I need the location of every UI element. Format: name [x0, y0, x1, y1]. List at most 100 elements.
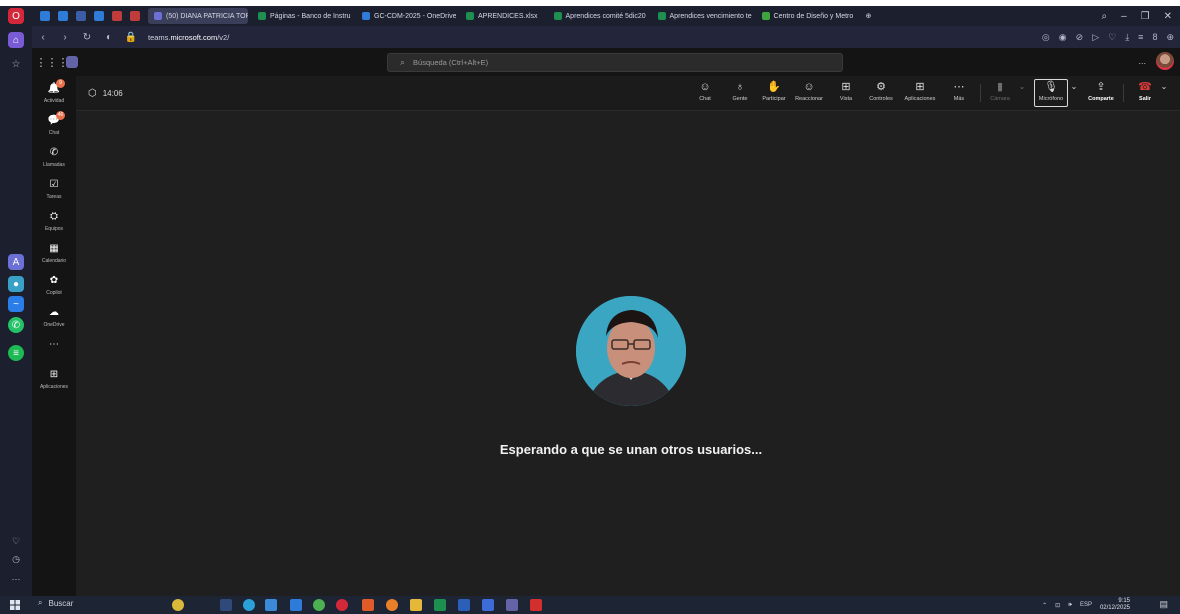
- brave-icon[interactable]: [362, 599, 374, 611]
- pinned-tab-icon[interactable]: [76, 11, 86, 21]
- people-button[interactable]: ♁ Gente: [729, 80, 751, 102]
- shield-icon: ⬡: [88, 88, 97, 99]
- task-view-icon[interactable]: [220, 599, 232, 611]
- app-icon[interactable]: ●: [8, 276, 24, 292]
- browser-tab[interactable]: GC-CDM-2025 - OneDrive: [356, 8, 456, 24]
- star-icon[interactable]: ☆: [8, 56, 24, 72]
- controls-button[interactable]: ⚙ Controles: [864, 80, 898, 102]
- volume-icon[interactable]: 🕪: [1068, 602, 1072, 609]
- more-button[interactable]: ⋯ Más: [951, 80, 967, 102]
- leave-button[interactable]: ☎ Salir: [1136, 80, 1154, 102]
- rail-item-onedrive[interactable]: ☁ OneDrive: [32, 306, 76, 328]
- gmail-icon[interactable]: [112, 11, 122, 21]
- home-icon[interactable]: ⌂: [8, 32, 24, 48]
- rail-item-tareas[interactable]: ☑ Tareas: [32, 178, 76, 200]
- file-explorer-icon[interactable]: [410, 599, 422, 611]
- whatsapp-icon[interactable]: ✆: [8, 317, 24, 333]
- notifications-icon[interactable]: ▤: [1159, 599, 1168, 610]
- heart-icon[interactable]: ♡: [1108, 32, 1116, 43]
- clock[interactable]: 9:15 02/12/2025: [1100, 598, 1130, 612]
- excel-icon[interactable]: [434, 599, 446, 611]
- pinned-tab-icon[interactable]: [40, 11, 50, 21]
- react-button[interactable]: ☺ Reaccionar: [792, 80, 826, 102]
- network-icon[interactable]: ⊡: [1055, 602, 1060, 609]
- language-indicator[interactable]: ESP: [1080, 602, 1092, 608]
- reload-icon[interactable]: ↻: [76, 32, 98, 43]
- browser-tab[interactable]: Centro de Diseño y Metro: [756, 8, 856, 24]
- participant-avatar[interactable]: [576, 296, 686, 406]
- browser-tab[interactable]: Aprendices vencimiento te: [652, 8, 752, 24]
- rail-item-llamadas[interactable]: ✆ Llamadas: [32, 146, 76, 168]
- rail-item-calendario[interactable]: ▦ Calendario: [32, 242, 76, 264]
- minimize-icon[interactable]: –: [1121, 11, 1127, 22]
- user-avatar[interactable]: [1156, 52, 1174, 70]
- mic-button[interactable]: 🎙 Micrófono: [1036, 80, 1066, 102]
- aria-icon[interactable]: A: [8, 254, 24, 270]
- more-options-button[interactable]: ...: [1138, 56, 1146, 66]
- teams-icon[interactable]: [506, 599, 518, 611]
- browser-tab[interactable]: (50) DIANA PATRICIA TOR: [148, 8, 248, 24]
- tab-label: GC-CDM-2025 - OneDrive: [374, 12, 456, 20]
- raise-hand-button[interactable]: ✋ Participar: [759, 80, 789, 102]
- play-icon[interactable]: ▷: [1092, 32, 1099, 43]
- store-icon[interactable]: [265, 599, 277, 611]
- new-tab-button[interactable]: ⊕: [860, 8, 878, 24]
- restore-icon[interactable]: ❐: [1141, 11, 1150, 22]
- windows-start-icon[interactable]: [10, 600, 20, 610]
- rail-item-copilot[interactable]: ✿ Copilot: [32, 274, 76, 296]
- firefox-icon[interactable]: [386, 599, 398, 611]
- rail-item-chat[interactable]: 💬 46 Chat: [32, 111, 76, 136]
- url-field[interactable]: teams.microsoft.com/v2/: [148, 33, 229, 42]
- spotify-icon[interactable]: ≡: [8, 345, 24, 361]
- view-button[interactable]: ⊞ Vista: [836, 80, 856, 102]
- browser-tab[interactable]: Aprendices comité 5dic20: [548, 8, 648, 24]
- back-icon[interactable]: ‹: [32, 32, 54, 43]
- history-icon[interactable]: ◷: [0, 554, 32, 565]
- adblock-icon[interactable]: ⊘: [1076, 32, 1084, 43]
- word-icon[interactable]: [458, 599, 470, 611]
- mic-options-chevron[interactable]: ⌄: [1070, 80, 1078, 94]
- chat-button[interactable]: ☺ Chat: [696, 80, 714, 102]
- pinned-tab-icon[interactable]: [58, 11, 68, 21]
- taskbar-search[interactable]: ⌕ Buscar: [38, 598, 73, 608]
- outlook-icon[interactable]: [482, 599, 494, 611]
- chevron-up-icon[interactable]: ⌃: [1042, 602, 1047, 609]
- camera-options-chevron[interactable]: ⌄: [1018, 80, 1026, 94]
- windows-taskbar: ⌕ Buscar ⌃ ⊡ 🕪 ESP 9:15 02/12/2025 ▤: [0, 596, 1180, 614]
- rail-item-actividad[interactable]: 🔔 9 Actividad: [32, 79, 76, 104]
- heart-icon[interactable]: ♡: [0, 536, 32, 547]
- download-icon[interactable]: ⤓: [1125, 32, 1129, 43]
- search-input[interactable]: ⌕ Búsqueda (Ctrl+Alt+E): [387, 53, 843, 72]
- rail-item-[interactable]: ⋯: [32, 338, 76, 352]
- rail-label: Aplicaciones: [39, 384, 69, 390]
- more-icon[interactable]: ⋯: [0, 574, 32, 585]
- chrome-icon[interactable]: [313, 599, 325, 611]
- share-button[interactable]: ⇪ Comparte: [1086, 80, 1116, 102]
- leave-options-chevron[interactable]: ⌄: [1160, 80, 1168, 94]
- messenger-icon[interactable]: ~: [8, 296, 24, 312]
- forward-icon[interactable]: ›: [54, 32, 76, 43]
- widgets-icon[interactable]: [172, 599, 184, 611]
- opera-icon[interactable]: [336, 599, 348, 611]
- edge-icon[interactable]: [243, 599, 255, 611]
- close-icon[interactable]: ✕: [1164, 11, 1172, 22]
- apps-button[interactable]: ⊞ Aplicaciones: [901, 80, 939, 102]
- pinned-tab-icon[interactable]: [94, 11, 104, 21]
- browser-tab[interactable]: APRENDICES.xlsx: [460, 8, 544, 24]
- rail-label: Equipos: [44, 226, 64, 232]
- camera-icon[interactable]: ◉: [1059, 32, 1067, 43]
- lens-icon[interactable]: ◎: [1042, 32, 1050, 43]
- camera-button[interactable]: ▮ Cámara: [989, 80, 1011, 102]
- vpn-icon[interactable]: ◐: [98, 32, 120, 43]
- search-icon[interactable]: ⌕: [1101, 11, 1107, 22]
- opera-logo-icon[interactable]: O: [8, 8, 24, 24]
- gmail-icon[interactable]: [130, 11, 140, 21]
- rail-item-aplicaciones[interactable]: ⊞ Aplicaciones: [32, 368, 76, 390]
- extensions-icon[interactable]: ⊕: [1166, 32, 1174, 43]
- browser-tab[interactable]: Páginas - Banco de Instru: [252, 8, 352, 24]
- rail-item-equipos[interactable]: ⛭ Equipos: [32, 210, 76, 232]
- onedrive-icon[interactable]: [290, 599, 302, 611]
- menu-icon[interactable]: ≡: [1138, 32, 1143, 42]
- profile-icon[interactable]: 8: [1152, 32, 1157, 42]
- acrobat-icon[interactable]: [530, 599, 542, 611]
